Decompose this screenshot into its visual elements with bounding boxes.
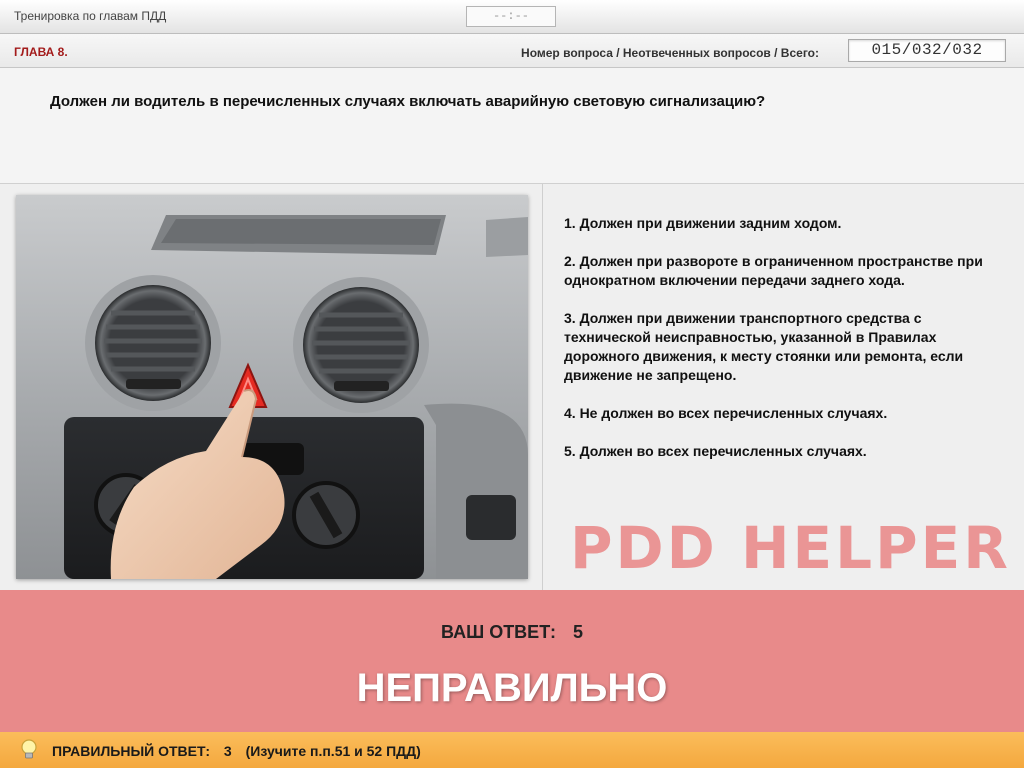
verdict-text: НЕПРАВИЛЬНО [356,666,668,710]
correct-answer-hint: (Изучите п.п.51 и 52 ПДД) [245,743,421,759]
answer-option[interactable]: 4. Не должен во всех перечисленных случа… [564,404,1004,423]
timer-display: --:-- [466,6,556,27]
your-answer-value: 5 [572,622,583,642]
lightbulb-icon [21,739,37,759]
picture-frame [0,184,543,590]
question-panel: Должен ли водитель в перечисленных случа… [0,68,1024,184]
chapter-bar: ГЛАВА 8. Номер вопроса / Неотвеченных во… [0,34,1024,68]
title-bar: Тренировка по главам ПДД --:-- [0,0,1024,34]
answer-list: 1. Должен при движении задним ходом. 2. … [564,214,1004,480]
question-counter-label: Номер вопроса / Неотвеченных вопросов / … [521,46,819,60]
content-area: 1. Должен при движении задним ходом. 2. … [0,184,1024,590]
correct-answer-bar: ПРАВИЛЬНЫЙ ОТВЕТ: 3 (Изучите п.п.51 и 52… [0,732,1024,768]
question-picture [16,195,528,579]
watermark: PDD HELPER [570,514,1011,582]
answer-option[interactable]: 3. Должен при движении транспортного сре… [564,309,1004,385]
correct-answer-label: ПРАВИЛЬНЫЙ ОТВЕТ: [52,743,211,759]
result-panel: ВАШ ОТВЕТ: 5 НЕПРАВИЛЬНО [0,590,1024,732]
your-answer: ВАШ ОТВЕТ: 5 [0,622,1024,643]
answer-option[interactable]: 2. Должен при развороте в ограниченном п… [564,252,1004,290]
chapter-label: ГЛАВА 8. [14,45,68,59]
correct-answer: ПРАВИЛЬНЫЙ ОТВЕТ: 3 (Изучите п.п.51 и 52… [52,743,431,759]
answer-option[interactable]: 5. Должен во всех перечисленных случаях. [564,442,1004,461]
question-counter: 015/032/032 [848,39,1006,62]
app-title: Тренировка по главам ПДД [14,9,167,23]
your-answer-label: ВАШ ОТВЕТ: [441,622,556,642]
correct-answer-value: 3 [223,743,232,759]
answer-option[interactable]: 1. Должен при движении задним ходом. [564,214,1004,233]
question-text: Должен ли водитель в перечисленных случа… [50,93,766,110]
